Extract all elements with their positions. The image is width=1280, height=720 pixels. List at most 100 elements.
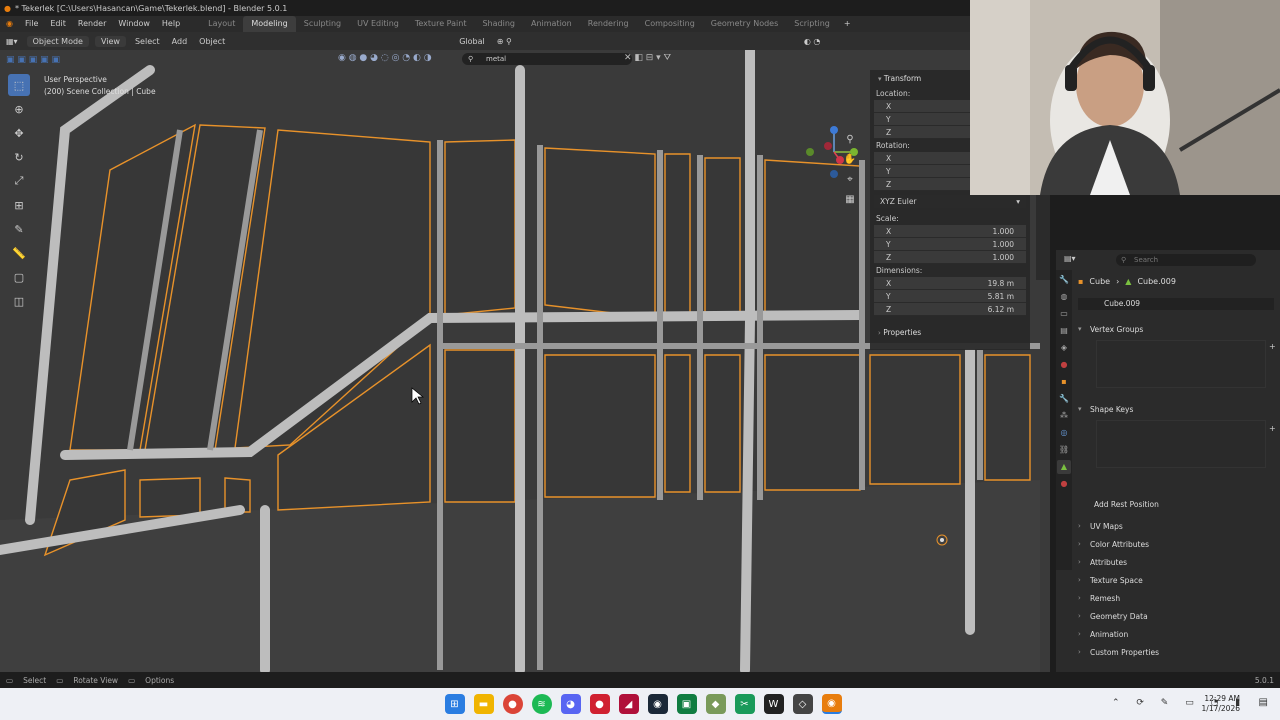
menu-render[interactable]: Render	[72, 16, 112, 32]
transform-tool-icon[interactable]: ⊞	[8, 194, 30, 216]
particles-tab-icon[interactable]: ⁂	[1057, 409, 1071, 423]
view-menu[interactable]: View	[94, 35, 126, 47]
view-layer-tab-icon[interactable]: ▤	[1057, 324, 1071, 338]
render-tab-icon[interactable]: ◍	[1057, 290, 1071, 304]
view-nav-icons[interactable]: ⚲ ✋ ⌖ ▦	[842, 130, 858, 210]
menu-edit[interactable]: Edit	[44, 16, 72, 32]
modifier-tab-icon[interactable]: 🔧	[1057, 392, 1071, 406]
attributes-panel[interactable]: › Attributes	[1078, 555, 1274, 569]
add-object-tool-icon[interactable]: ◫	[8, 290, 30, 312]
object-menu[interactable]: Object	[193, 37, 231, 46]
mode-dropdown[interactable]: Object Mode	[26, 35, 89, 47]
tab-compositing[interactable]: Compositing	[637, 16, 703, 32]
filter-icons[interactable]: ✕ ◧ ⊟ ▾ ⛛	[624, 53, 671, 63]
android-studio-icon[interactable]: ◆	[705, 694, 726, 714]
snip-tool-icon[interactable]: ✂	[734, 694, 755, 714]
tab-scripting[interactable]: Scripting	[786, 16, 838, 32]
unity-icon[interactable]: ◇	[792, 694, 813, 714]
properties-editor: ▤▾ ⚲ Search 🔧 ◍ ▭ ▤ ◈ ● ▪ 🔧 ⁂ ◎ ⛓ ▲ ● ▪ …	[1056, 250, 1280, 672]
windows-start-icon[interactable]: ⊞	[444, 694, 465, 714]
perspective-label: User Perspective	[44, 75, 107, 84]
custom-properties-panel[interactable]: › Custom Properties	[1078, 645, 1274, 659]
scale-y-field[interactable]: Y 1.000	[874, 238, 1026, 251]
scale-x-field[interactable]: X 1.000	[874, 225, 1026, 238]
tab-sculpting[interactable]: Sculpting	[296, 16, 349, 32]
select-tool-icon[interactable]: ⬚	[8, 74, 30, 96]
tab-layout[interactable]: Layout	[200, 16, 243, 32]
blender-menu-icon[interactable]: ◉	[0, 16, 19, 32]
add-cube-tool-icon[interactable]: ▢	[8, 266, 30, 288]
menu-file[interactable]: File	[19, 16, 44, 32]
blender-taskbar-icon[interactable]: ◉	[821, 694, 842, 714]
color-attributes-panel[interactable]: › Color Attributes	[1078, 537, 1274, 551]
xbox-app-icon[interactable]: ▣	[676, 694, 697, 714]
scale-tool-icon[interactable]: ⤢	[8, 170, 30, 192]
cursor-tool-icon[interactable]: ⊕	[8, 98, 30, 120]
shape-keys-panel[interactable]: ▾ Shape Keys	[1078, 402, 1274, 416]
properties-header[interactable]: › Properties	[870, 324, 1030, 341]
file-explorer-icon[interactable]: ▬	[473, 694, 494, 714]
cube-object-icon: ▪	[1078, 276, 1084, 286]
select-menu[interactable]: Select	[129, 37, 166, 46]
world-tab-icon[interactable]: ●	[1057, 358, 1071, 372]
remesh-panel[interactable]: › Remesh	[1078, 591, 1274, 605]
sidebar-tabs[interactable]	[1036, 195, 1050, 280]
tab-animation[interactable]: Animation	[523, 16, 580, 32]
chrome-icon[interactable]: ●	[502, 694, 523, 714]
material-tab-icon[interactable]: ●	[1057, 477, 1071, 491]
measure-tool-icon[interactable]: 📏	[8, 242, 30, 264]
rotate-tool-icon[interactable]: ↻	[8, 146, 30, 168]
uv-maps-panel[interactable]: › UV Maps	[1078, 519, 1274, 533]
object-tab-icon[interactable]: ▪	[1057, 375, 1071, 389]
snap-icon[interactable]: ⊕ ⚲	[491, 37, 518, 46]
dimensions-y-field[interactable]: Y 5.81 m	[874, 290, 1026, 303]
data-tab-icon[interactable]: ▲	[1057, 460, 1071, 474]
steam-icon[interactable]: ◉	[647, 694, 668, 714]
tab-uv-editing[interactable]: UV Editing	[349, 16, 407, 32]
dimensions-z-field[interactable]: Z 6.12 m	[874, 303, 1026, 316]
tab-modeling[interactable]: Modeling	[243, 16, 296, 32]
geometry-data-panel[interactable]: › Geometry Data	[1078, 609, 1274, 623]
clock[interactable]: 12:29 AM 1/17/2026	[1202, 694, 1240, 714]
tab-rendering[interactable]: Rendering	[580, 16, 637, 32]
add-workspace-icon[interactable]: +	[838, 16, 857, 32]
orientation-dropdown[interactable]: Global	[453, 37, 491, 46]
move-tool-icon[interactable]: ✥	[8, 122, 30, 144]
affinity-icon[interactable]: ◢	[618, 694, 639, 714]
spotify-icon[interactable]: ≋	[531, 694, 552, 714]
annotate-tool-icon[interactable]: ✎	[8, 218, 30, 240]
add-rest-position-checkbox[interactable]: Add Rest Position	[1078, 497, 1274, 511]
search-icon: ⚲	[468, 55, 474, 63]
editor-type-icon[interactable]: ▦▾	[0, 37, 24, 46]
vertex-groups-list[interactable]	[1096, 340, 1266, 388]
notification-icon[interactable]: ▤	[1259, 697, 1268, 708]
menu-help[interactable]: Help	[156, 16, 186, 32]
animation-panel[interactable]: › Animation	[1078, 627, 1274, 641]
viewport-search-input[interactable]: ⚲ metal	[462, 53, 632, 65]
menu-window[interactable]: Window	[112, 16, 156, 32]
mesh-name-field[interactable]: Cube.009	[1078, 298, 1274, 310]
add-vertex-group-icon[interactable]: +	[1269, 342, 1276, 351]
discord-icon[interactable]: ◕	[560, 694, 581, 714]
epic-games-icon[interactable]: W	[763, 694, 784, 714]
shading-icons[interactable]: ◉ ◍ ● ◕ ◌ ◎ ◔ ◐ ◑	[338, 53, 432, 63]
texture-space-panel[interactable]: › Texture Space	[1078, 573, 1274, 587]
tab-texture-paint[interactable]: Texture Paint	[407, 16, 475, 32]
shape-keys-list[interactable]	[1096, 420, 1266, 468]
tool-tab-icon[interactable]: 🔧	[1057, 273, 1071, 287]
scale-z-field[interactable]: Z 1.000	[874, 251, 1026, 264]
add-shape-key-icon[interactable]: +	[1269, 424, 1276, 433]
record-app-icon[interactable]: ●	[589, 694, 610, 714]
overlay-icon[interactable]: ◐ ◔	[798, 37, 827, 46]
dimensions-x-field[interactable]: X 19.8 m	[874, 277, 1026, 290]
output-tab-icon[interactable]: ▭	[1057, 307, 1071, 321]
physics-tab-icon[interactable]: ◎	[1057, 426, 1071, 440]
tab-geometry-nodes[interactable]: Geometry Nodes	[703, 16, 786, 32]
tab-shading[interactable]: Shading	[474, 16, 523, 32]
constraints-tab-icon[interactable]: ⛓	[1057, 443, 1071, 457]
select-mode-icons[interactable]: ▣ ▣ ▣ ▣ ▣	[6, 55, 60, 65]
add-menu[interactable]: Add	[166, 37, 194, 46]
rotation-mode-dropdown[interactable]: XYZ Euler ▾	[874, 195, 1026, 208]
scene-tab-icon[interactable]: ◈	[1057, 341, 1071, 355]
vertex-groups-panel[interactable]: ▾ Vertex Groups	[1078, 322, 1274, 336]
